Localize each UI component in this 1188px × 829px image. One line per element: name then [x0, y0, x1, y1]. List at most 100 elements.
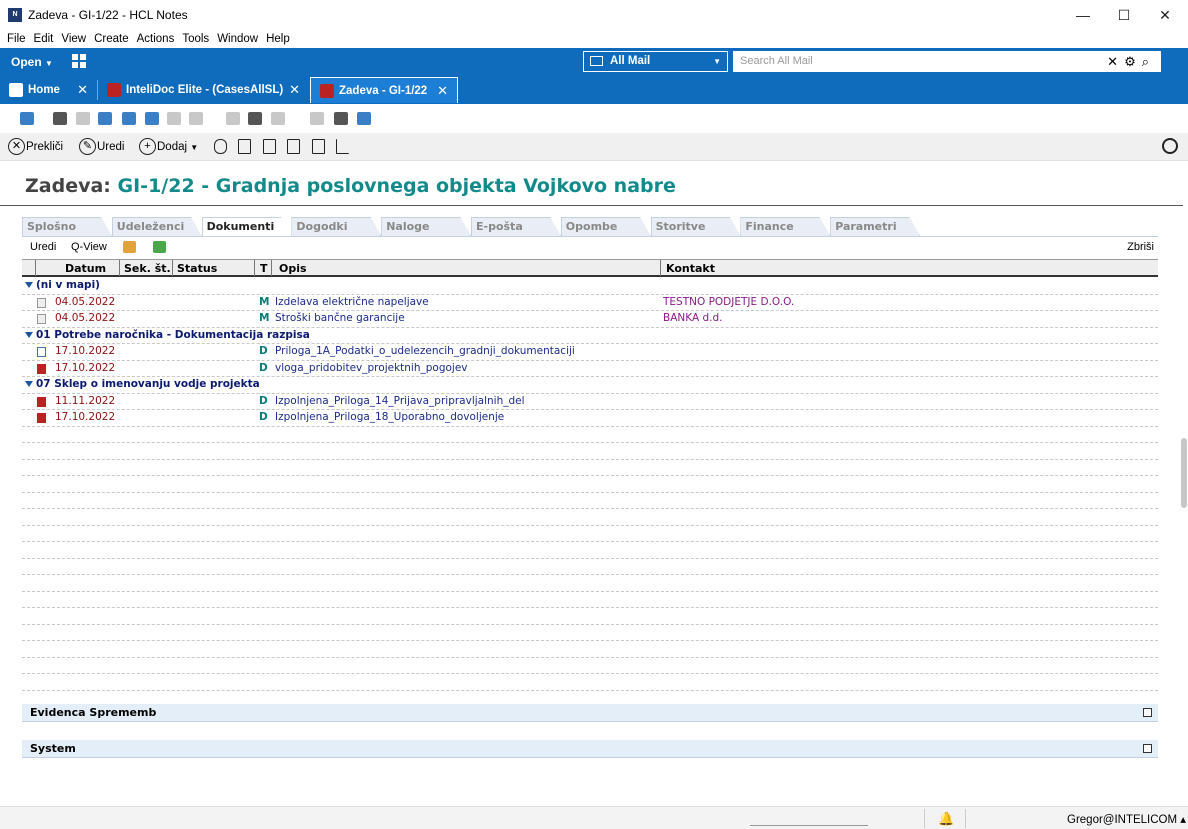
- table-icon[interactable]: [287, 139, 300, 154]
- folder-move-icon[interactable]: [123, 241, 136, 253]
- print-icon[interactable]: [53, 112, 67, 125]
- edit-button[interactable]: ✎ Uredi: [79, 137, 124, 157]
- history-clock-icon[interactable]: [1162, 138, 1178, 154]
- user-status[interactable]: Gregor@INTELICOM ▴: [1067, 812, 1186, 826]
- cancel-icon: ✕: [8, 138, 25, 156]
- col-sek[interactable]: Sek. št.: [124, 262, 171, 275]
- col-status[interactable]: Status: [177, 262, 217, 275]
- section-tab[interactable]: Splošno: [22, 217, 112, 236]
- section-tab[interactable]: Storitve: [650, 217, 741, 236]
- attachment-icon[interactable]: [214, 139, 227, 154]
- reply-icon[interactable]: [122, 112, 136, 125]
- section-tab[interactable]: Opombe: [560, 217, 651, 236]
- edit-pencil-icon[interactable]: [334, 112, 348, 125]
- layers-icon[interactable]: [238, 139, 251, 154]
- table-row[interactable]: 04.05.2022 M Stroški bančne garancije BANKA…: [22, 311, 1158, 328]
- text-document-icon[interactable]: [312, 139, 325, 154]
- section-tab[interactable]: Dokumenti: [201, 217, 292, 236]
- menu-view[interactable]: View: [57, 30, 90, 48]
- mail-scope-select[interactable]: All Mail ▼: [583, 51, 728, 72]
- close-icon[interactable]: ✕: [77, 77, 88, 103]
- close-icon[interactable]: ✕: [437, 78, 448, 104]
- blank-document-icon[interactable]: [263, 139, 276, 154]
- cancel-button[interactable]: ✕ Prekliči: [8, 137, 63, 157]
- row-date: 17.10.2022: [55, 345, 116, 357]
- delete-button[interactable]: Zbriši: [1127, 241, 1154, 253]
- properties-icon[interactable]: [310, 112, 324, 125]
- col-kontakt[interactable]: Kontakt: [666, 262, 715, 275]
- category-row[interactable]: 01 Potrebe naročnika - Dokumentacija raz…: [22, 328, 1158, 344]
- col-datum[interactable]: Datum: [65, 262, 106, 275]
- grid-header: Datum Sek. št. Status T Opis Kontakt: [22, 259, 1158, 277]
- hcl-notes-logo-icon: N: [8, 8, 22, 22]
- section-title: System: [30, 742, 76, 755]
- table-row[interactable]: 17.10.2022 D Izpolnjena_Priloga_18_Uporabn…: [22, 410, 1158, 427]
- section-tab[interactable]: E-pošta: [471, 217, 561, 236]
- row-date: 11.11.2022: [55, 394, 116, 407]
- section-system[interactable]: System: [22, 740, 1158, 758]
- menu-edit[interactable]: Edit: [30, 30, 58, 48]
- find-icon[interactable]: [226, 112, 240, 125]
- expand-icon[interactable]: [1143, 708, 1152, 717]
- table-row[interactable]: 04.05.2022 M Izdelava električne napeljave…: [22, 295, 1158, 311]
- scrollbar[interactable]: [1181, 438, 1187, 508]
- bell-icon[interactable]: 🔔: [938, 811, 954, 827]
- menu-help[interactable]: Help: [262, 30, 294, 48]
- table-row[interactable]: 17.10.2022 D Priloga_1A_Podatki_o_udelezen…: [22, 344, 1158, 361]
- tab-home[interactable]: Home ✕: [0, 77, 97, 103]
- menu-tools[interactable]: Tools: [178, 30, 213, 48]
- forward-icon[interactable]: [98, 112, 112, 125]
- row-type: M: [259, 295, 270, 308]
- col-t[interactable]: T: [260, 262, 268, 275]
- empty-row: [22, 443, 1158, 460]
- section-evidenca-sprememb[interactable]: Evidenca Sprememb: [22, 704, 1158, 722]
- search-icon[interactable]: ⌕: [1142, 54, 1155, 69]
- expand-triangle-icon[interactable]: [25, 381, 33, 387]
- section-tab[interactable]: Naloge: [381, 217, 472, 236]
- expand-triangle-icon[interactable]: [25, 282, 33, 288]
- refresh-icon[interactable]: [153, 241, 166, 253]
- search-input[interactable]: Search All Mail ✕⚙⌕: [733, 51, 1161, 72]
- menu-file[interactable]: File: [0, 30, 30, 48]
- glasses-icon[interactable]: [248, 112, 262, 125]
- category-title: (ni v mapi): [36, 279, 100, 291]
- view-edit-button[interactable]: Uredi: [30, 241, 56, 253]
- close-window-button[interactable]: ✕: [1150, 4, 1180, 26]
- expand-icon[interactable]: [167, 112, 181, 125]
- open-button[interactable]: Open ▼: [11, 55, 53, 69]
- help-icon[interactable]: [271, 112, 285, 125]
- expand-triangle-icon[interactable]: [25, 331, 33, 338]
- table-row[interactable]: 11.11.2022 D Izpolnjena_Priloga_14_Prijava…: [22, 394, 1158, 410]
- send-icon[interactable]: [357, 112, 371, 125]
- empty-row: [22, 608, 1158, 625]
- new-icon[interactable]: [20, 112, 34, 125]
- maximize-button[interactable]: ☐: [1109, 4, 1139, 26]
- menu-window[interactable]: Window: [213, 30, 262, 48]
- menu-actions[interactable]: Actions: [133, 30, 179, 48]
- stop-icon[interactable]: [76, 112, 90, 125]
- chart-icon[interactable]: [336, 139, 349, 154]
- tab-zadeva[interactable]: Zadeva - GI-1/22 ✕: [310, 77, 458, 103]
- menu-create[interactable]: Create: [90, 30, 133, 48]
- clear-icon[interactable]: ✕: [1107, 54, 1124, 69]
- add-button[interactable]: + Dodaj ▼: [139, 137, 198, 157]
- row-description: Izpolnjena_Priloga_18_Uporabno_dovoljenj…: [275, 411, 505, 423]
- section-tab[interactable]: Dogodki: [291, 217, 382, 236]
- category-row[interactable]: 07 Sklep o imenovanju vodje projekta: [22, 377, 1158, 394]
- copy-icon[interactable]: [145, 112, 159, 125]
- tab-intelidoc[interactable]: InteliDoc Elite - (CasesAllSL) ✕: [98, 77, 309, 103]
- filter-icon[interactable]: ⚙: [1124, 54, 1142, 69]
- category-row[interactable]: (ni v mapi): [22, 278, 1158, 295]
- table-row[interactable]: 17.10.2022 Dvloga_pridobitev_projektnih_p…: [22, 361, 1158, 377]
- col-opis[interactable]: Opis: [279, 262, 307, 275]
- section-tab[interactable]: Parametri: [830, 217, 921, 236]
- minimize-button[interactable]: —: [1068, 4, 1098, 26]
- apps-grid-icon[interactable]: [72, 54, 86, 68]
- close-icon[interactable]: ✕: [289, 77, 300, 103]
- row-contact: TESTNO PODJETJE D.O.O.: [663, 295, 795, 308]
- collapse-icon[interactable]: [189, 112, 203, 125]
- expand-icon[interactable]: [1143, 744, 1152, 753]
- section-tab[interactable]: Finance: [740, 217, 831, 236]
- section-tab[interactable]: Udeleženci: [111, 217, 202, 236]
- qview-button[interactable]: Q-View: [71, 241, 107, 253]
